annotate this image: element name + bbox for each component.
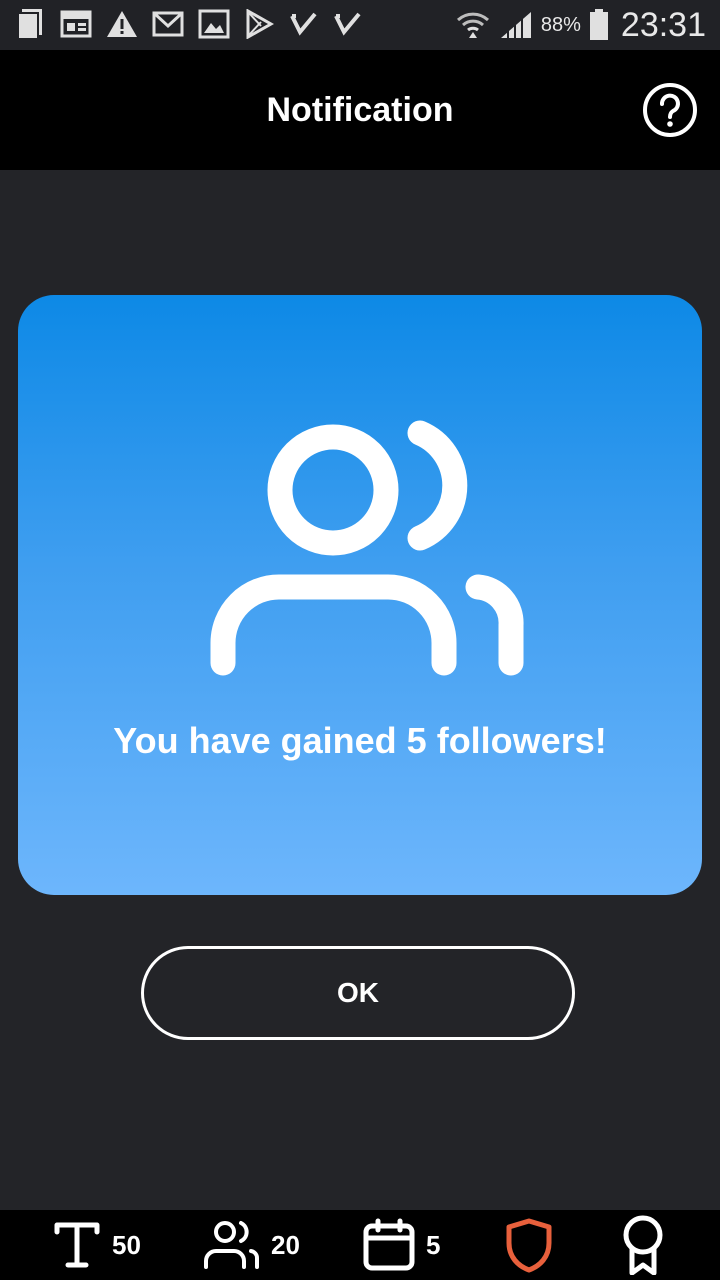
clock: 23:31 <box>620 5 706 44</box>
notification-message: You have gained 5 followers! <box>113 720 607 761</box>
screen: 88% 23:31 Notification You have gained 5… <box>0 0 720 1280</box>
notification-icons <box>16 7 362 41</box>
battery-percentage: 88% <box>540 13 581 36</box>
task-check-icon <box>290 12 317 36</box>
calendar-news-icon <box>60 10 92 38</box>
battery-icon <box>589 9 608 40</box>
help-icon[interactable] <box>642 82 698 138</box>
app-header: Notification <box>0 50 720 170</box>
followers-icon <box>204 1221 260 1269</box>
warning-icon <box>107 11 137 37</box>
signal-icon <box>500 12 531 38</box>
notification-card: You have gained 5 followers! <box>18 295 702 895</box>
calendar-icon <box>363 1218 415 1271</box>
play-store-icon <box>246 9 274 39</box>
followers-count: 20 <box>271 1229 300 1260</box>
system-status: 88% 23:31 <box>455 0 706 50</box>
shield-icon <box>506 1218 552 1273</box>
task-check-icon-2 <box>334 12 361 36</box>
gmail-icon <box>152 11 184 37</box>
stat-shield[interactable] <box>505 1210 553 1280</box>
stat-calendar[interactable]: 5 <box>362 1210 440 1280</box>
gallery-icon <box>198 9 230 39</box>
users-icon <box>210 420 524 676</box>
stat-followers[interactable]: 20 <box>203 1210 300 1280</box>
copy-icon <box>17 9 42 40</box>
status-bar: 88% 23:31 <box>0 0 720 50</box>
wifi-icon <box>456 12 489 38</box>
ok-button[interactable]: OK <box>141 946 575 1040</box>
stat-award[interactable] <box>620 1210 666 1280</box>
page-title: Notification <box>266 91 454 129</box>
text-icon <box>54 1222 100 1268</box>
award-icon <box>623 1215 663 1275</box>
bottom-stats-bar: 50 20 5 <box>0 1210 720 1280</box>
days-count: 5 <box>426 1229 441 1260</box>
text-count: 50 <box>112 1229 141 1260</box>
stat-text[interactable]: 50 <box>52 1210 141 1280</box>
